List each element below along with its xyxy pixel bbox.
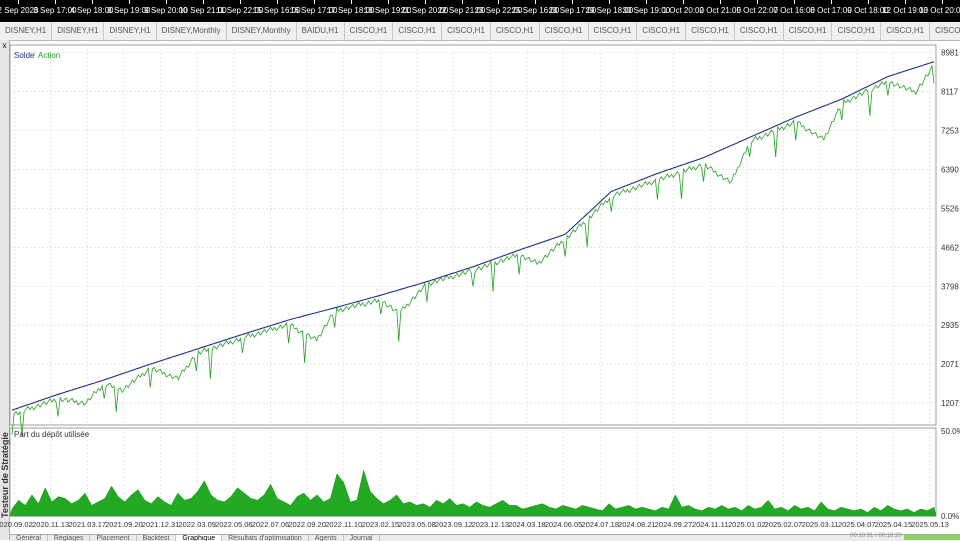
deposit-title: Part du dépôt utilisée <box>14 430 90 439</box>
deposit-y-tick-label: 0.0% <box>941 512 959 521</box>
tester-tab[interactable]: Placement <box>90 535 137 541</box>
legend-equity: Action <box>38 51 60 60</box>
x-tick-label: 2022.07.06 <box>252 520 290 529</box>
x-tick-label: 2022.11.10 <box>325 520 362 529</box>
x-tick-label: 2020.09.02 <box>0 520 33 529</box>
tester-tab[interactable]: Agents <box>309 535 344 541</box>
x-tick-label: 2024.11.11 <box>692 520 728 529</box>
x-tick-label: 2023.05.08 <box>398 520 436 529</box>
y-tick-label: 3798 <box>941 282 959 291</box>
x-tick-label: 2024.07.18 <box>581 520 619 529</box>
x-tick-label: 2022.05.06 <box>215 520 253 529</box>
x-tick-label: 2023.12.13 <box>472 520 510 529</box>
x-tick-label: 2024.06.05 <box>545 520 583 529</box>
x-tick-label: 2024.09.27 <box>655 520 693 529</box>
x-tick-label: 2020.11.13 <box>32 520 69 529</box>
x-tick-label: 2021.03.17 <box>69 520 107 529</box>
y-tick-label: 7253 <box>941 127 959 136</box>
y-tick-label: 8981 <box>941 49 959 58</box>
x-tick-label: 2025.03.11 <box>802 520 839 529</box>
status-indicator <box>904 534 960 540</box>
strategy-tester-chart: 1207 2071 2935 3798 4662 5526 6390 7253 8117 8981… <box>0 44 960 529</box>
x-tick-label: 2024.08.21 <box>618 520 656 529</box>
x-tick-label: 2025.02.07 <box>765 520 803 529</box>
x-tick-label: 2025.04.07 <box>838 520 876 529</box>
x-tick-label: 2021.12.31 <box>142 520 180 529</box>
tester-tab[interactable]: Résultats d'optimisation <box>222 535 309 541</box>
x-tick-label: 2025.01.02 <box>728 520 766 529</box>
balance-line <box>11 61 935 411</box>
tester-tab[interactable]: Réglages <box>48 535 91 541</box>
x-tick-label: 2023.09.12 <box>435 520 473 529</box>
tester-tab[interactable]: Journal <box>344 535 380 541</box>
y-tick-label: 2935 <box>941 321 959 330</box>
tester-tab[interactable]: Backtest <box>137 535 177 541</box>
y-tick-label: 6390 <box>941 165 959 174</box>
y-tick-label: 1207 <box>941 399 959 408</box>
x-tick-label: 2022.09.20 <box>288 520 326 529</box>
tester-tab[interactable]: Général <box>10 535 48 541</box>
y-tick-label: 4662 <box>941 243 959 252</box>
main-plot-frame <box>9 44 937 426</box>
deposit-area <box>9 469 937 517</box>
x-tick-label: 2023.02.15 <box>362 520 400 529</box>
deposit-y-tick-label: 50.0% <box>941 427 960 436</box>
x-tick-label: 2025.05.13 <box>911 520 949 529</box>
legend-balance: Solde <box>14 51 35 60</box>
x-tick-label: 2021.09.20 <box>105 520 143 529</box>
y-tick-label: 5526 <box>941 204 959 213</box>
status-time: 00:10:31 / 00:18:20 <box>850 533 902 539</box>
x-tick-label: 2025.04.15 <box>875 520 913 529</box>
equity-line <box>11 65 935 437</box>
x-tick-label: 2022.03.09 <box>178 520 216 529</box>
tester-tab[interactable]: Graphique <box>176 535 223 541</box>
y-tick-label: 2071 <box>941 360 959 369</box>
x-tick-label: 2024.03.18 <box>508 520 546 529</box>
y-tick-label: 8117 <box>941 88 959 97</box>
